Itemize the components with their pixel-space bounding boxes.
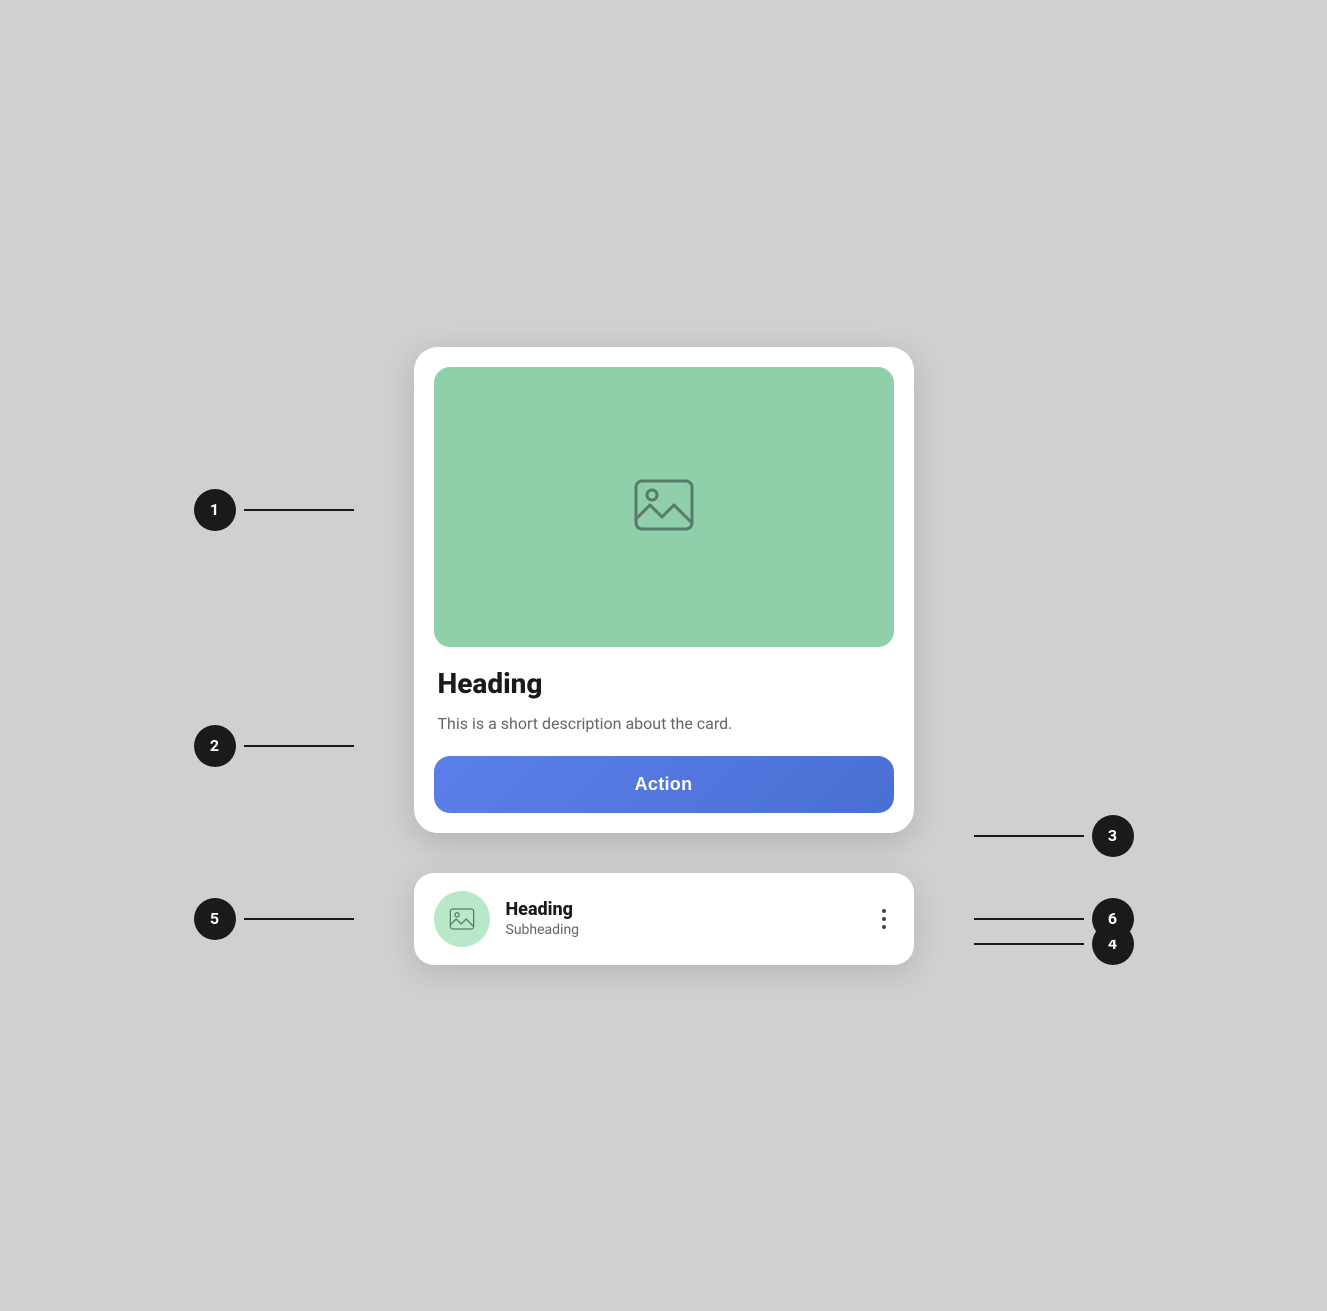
dot-2 bbox=[882, 917, 886, 921]
annotation-line-1 bbox=[244, 509, 354, 511]
annotation-1: 1 bbox=[194, 489, 354, 531]
list-card: 5 6 Heading Subheading bbox=[414, 873, 914, 965]
annotation-bubble-2: 2 bbox=[194, 725, 236, 767]
list-card-subheading: Subheading bbox=[506, 922, 858, 938]
annotation-bubble-3: 3 bbox=[1092, 815, 1134, 857]
large-card: 1 2 3 4 He bbox=[414, 347, 914, 833]
dot-3 bbox=[882, 925, 886, 929]
action-button[interactable]: Action bbox=[434, 756, 894, 813]
annotation-bubble-5: 5 bbox=[194, 898, 236, 940]
list-card-heading: Heading bbox=[506, 899, 858, 920]
list-card-text: Heading Subheading bbox=[506, 899, 858, 938]
annotation-line-4 bbox=[974, 943, 1084, 945]
annotation-line-2 bbox=[244, 745, 354, 747]
list-card-avatar bbox=[434, 891, 490, 947]
annotation-line-3 bbox=[974, 835, 1084, 837]
annotation-bubble-6: 6 bbox=[1092, 898, 1134, 940]
annotation-line-6 bbox=[974, 918, 1084, 920]
more-button[interactable] bbox=[874, 901, 894, 937]
card-image-area bbox=[434, 367, 894, 647]
annotation-5: 5 bbox=[194, 898, 354, 940]
annotation-3: 3 bbox=[974, 815, 1134, 857]
annotation-6: 6 bbox=[974, 898, 1134, 940]
annotation-bubble-1: 1 bbox=[194, 489, 236, 531]
main-container: 1 2 3 4 He bbox=[414, 347, 914, 965]
annotation-line-5 bbox=[244, 918, 354, 920]
card-heading: Heading bbox=[434, 667, 894, 700]
annotation-2: 2 bbox=[194, 725, 354, 767]
dot-1 bbox=[882, 909, 886, 913]
card-description: This is a short description about the ca… bbox=[434, 712, 894, 736]
image-placeholder-icon bbox=[628, 469, 700, 545]
